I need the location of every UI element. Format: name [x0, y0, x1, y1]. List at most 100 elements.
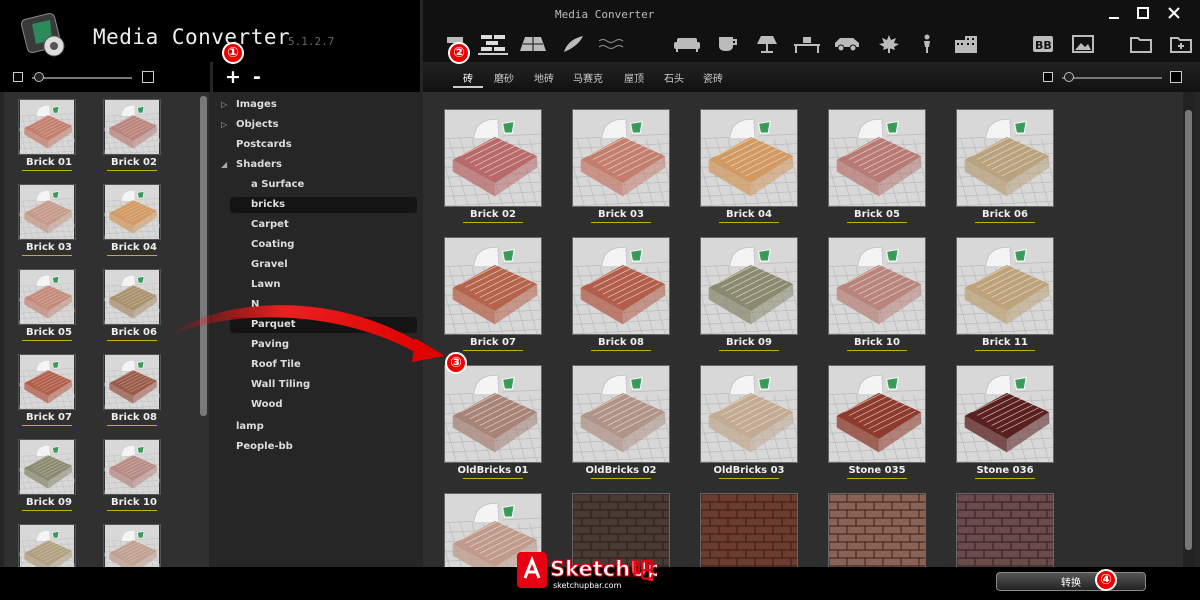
- grid-thumbnail[interactable]: [956, 493, 1054, 567]
- thumbnail-underline: [463, 478, 523, 479]
- grid-thumbnail[interactable]: OldBricks 03: [700, 365, 798, 479]
- category-tab[interactable]: 屋顶: [624, 70, 644, 85]
- grid-thumbnail[interactable]: Brick 02: [444, 109, 542, 223]
- thumbnail-image: [103, 184, 161, 240]
- maximize-button[interactable]: [1129, 2, 1157, 24]
- left-zoom-slider[interactable]: [32, 77, 132, 79]
- grid-thumbnail[interactable]: Brick 06: [956, 109, 1054, 223]
- convert-button[interactable]: 转换: [996, 572, 1146, 591]
- thumbnail-underline: [719, 478, 779, 479]
- grid-thumbnail[interactable]: Brick 05: [828, 109, 926, 223]
- tree-item[interactable]: Wood: [251, 397, 283, 413]
- left-thumbnail[interactable]: Brick 03: [18, 184, 76, 256]
- tree-item[interactable]: Shaders: [236, 157, 282, 173]
- thumbnail-image: [572, 237, 670, 335]
- grid-thumbnail[interactable]: Brick 09: [700, 237, 798, 351]
- grid-thumbnail[interactable]: Brick 10: [828, 237, 926, 351]
- minimize-button[interactable]: [1100, 2, 1128, 24]
- tree-item[interactable]: bricks: [230, 197, 417, 213]
- leaf-brush-icon[interactable]: [558, 33, 588, 55]
- thumbnail-image: [18, 354, 76, 410]
- water-icon[interactable]: [596, 33, 626, 55]
- grid-thumbnail[interactable]: [828, 493, 926, 567]
- person-icon[interactable]: [912, 33, 942, 55]
- building-icon[interactable]: [952, 33, 982, 55]
- grid-thumbnail[interactable]: [700, 493, 798, 567]
- left-thumbnail[interactable]: Brick 04: [103, 184, 161, 256]
- tree-item-label: Images: [236, 99, 277, 110]
- annotation-badge-4: ④: [1095, 569, 1117, 591]
- tree-item[interactable]: lamp: [236, 419, 264, 435]
- left-thumbnail[interactable]: Brick 02: [103, 99, 161, 171]
- close-button[interactable]: [1160, 2, 1188, 24]
- remove-button[interactable]: -: [253, 66, 261, 88]
- tree-item[interactable]: People-bb: [236, 439, 293, 455]
- app-logo-icon: [20, 12, 65, 57]
- left-thumbnail[interactable]: Brick 05: [18, 269, 76, 341]
- car-icon[interactable]: [832, 33, 862, 55]
- thumbnail-underline: [719, 222, 779, 223]
- add-button[interactable]: +: [225, 66, 241, 88]
- tree-item-label: Wood: [251, 399, 283, 410]
- cup-icon[interactable]: [713, 33, 743, 55]
- tree-item[interactable]: a Surface: [251, 177, 304, 193]
- left-thumbnail[interactable]: Brick 07: [18, 354, 76, 426]
- tree-item[interactable]: Images: [236, 97, 277, 113]
- expanded-arrow-icon[interactable]: ◢: [221, 160, 227, 169]
- thumbnail-underline: [22, 255, 72, 256]
- left-thumbnail[interactable]: [103, 524, 161, 567]
- desk-icon[interactable]: [792, 33, 822, 55]
- thumbnail-image: [828, 493, 926, 567]
- tree-item[interactable]: Carpet: [251, 217, 289, 233]
- category-tab[interactable]: 瓷砖: [703, 70, 723, 85]
- tree-item[interactable]: Wall Tiling: [251, 377, 310, 393]
- tree-item[interactable]: Gravel: [251, 257, 288, 273]
- brick-texture-image: [701, 238, 797, 334]
- grid-zoom-slider-knob[interactable]: [1064, 72, 1074, 82]
- grid-thumbnail[interactable]: Brick 03: [572, 109, 670, 223]
- category-tab[interactable]: 石头: [664, 70, 684, 85]
- grid-thumbnail[interactable]: Brick 04: [700, 109, 798, 223]
- grid-thumbnail[interactable]: Brick 11: [956, 237, 1054, 351]
- tree-item-label: lamp: [236, 421, 264, 432]
- tree-item[interactable]: Postcards: [236, 137, 292, 153]
- bb-icon[interactable]: BB: [1028, 33, 1058, 55]
- image-icon[interactable]: [1068, 33, 1098, 55]
- thumbnail-image: [18, 269, 76, 325]
- grid-thumbnail[interactable]: Stone 036: [956, 365, 1054, 479]
- folder-icon[interactable]: [1126, 33, 1156, 55]
- maple-leaf-icon[interactable]: [874, 33, 904, 55]
- thumbnail-label: Brick 10: [854, 337, 900, 348]
- left-thumbnail[interactable]: Brick 06: [103, 269, 161, 341]
- grid-zoom-slider[interactable]: [1062, 77, 1162, 79]
- collapsed-arrow-icon[interactable]: ▷: [221, 100, 227, 109]
- sofa-icon[interactable]: [672, 33, 702, 55]
- thumbnail-label: Brick 09: [26, 497, 72, 508]
- category-tab[interactable]: 砖: [463, 70, 473, 85]
- small-thumb-icon: [13, 72, 23, 82]
- collapsed-arrow-icon[interactable]: ▷: [221, 120, 227, 129]
- left-thumbnail[interactable]: [18, 524, 76, 567]
- thumbnail-underline: [107, 425, 157, 426]
- lamp-icon[interactable]: [752, 33, 782, 55]
- brick-texture-image: [573, 110, 669, 206]
- left-thumbnail[interactable]: Brick 01: [18, 99, 76, 171]
- brick-wall-icon[interactable]: [478, 33, 508, 55]
- left-thumbnail[interactable]: Brick 08: [103, 354, 161, 426]
- grid-thumbnail[interactable]: OldBricks 02: [572, 365, 670, 479]
- grid-thumbnail[interactable]: OldBricks 01: [444, 365, 542, 479]
- new-folder-icon[interactable]: [1166, 33, 1196, 55]
- category-tab[interactable]: 磨砂: [494, 70, 514, 85]
- app-title: Media Converter: [93, 25, 291, 49]
- tree-item[interactable]: Objects: [236, 117, 279, 133]
- category-tab[interactable]: 地砖: [534, 70, 554, 85]
- left-zoom-slider-knob[interactable]: [34, 72, 44, 82]
- left-thumbnail[interactable]: Brick 09: [18, 439, 76, 511]
- category-tab[interactable]: 马赛克: [573, 70, 603, 85]
- grid-thumbnail[interactable]: Brick 08: [572, 237, 670, 351]
- grid-scrollbar[interactable]: [1185, 110, 1192, 550]
- left-thumbnail[interactable]: Brick 10: [103, 439, 161, 511]
- grid-thumbnail[interactable]: Stone 035: [828, 365, 926, 479]
- tree-item[interactable]: Coating: [251, 237, 294, 253]
- paving-icon[interactable]: [518, 33, 548, 55]
